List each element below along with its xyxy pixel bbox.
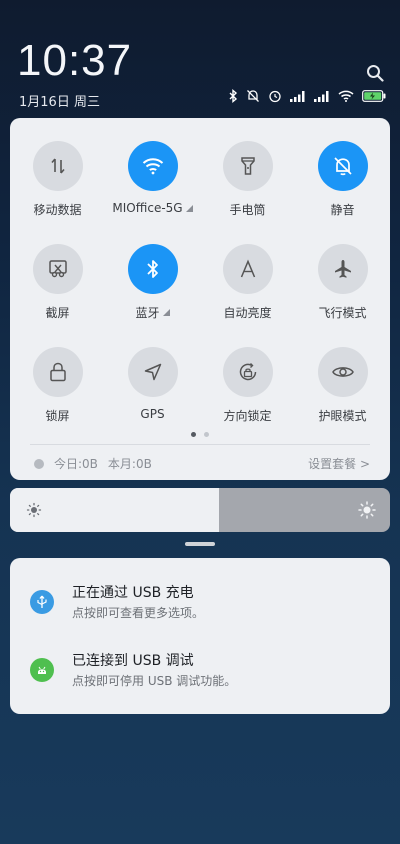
toggle-circle[interactable] — [32, 244, 83, 294]
battery-charging-icon — [362, 90, 386, 102]
toggle-label: 飞行模式 — [318, 306, 367, 320]
toggle-mobile-data[interactable]: 移动数据 — [10, 141, 105, 218]
page-dot[interactable] — [204, 432, 209, 437]
notification-usb-debugging[interactable]: 已连接到 USB 调试 点按即可停用 USB 调试功能。 — [10, 650, 390, 710]
status-header: 10:37 1月16日 周三 — [0, 0, 400, 115]
expand-arrow-icon[interactable] — [185, 204, 193, 212]
date[interactable]: 1月16日 周三 — [19, 91, 100, 110]
toggle-label: 护眼模式 — [318, 409, 367, 423]
toggle-label: 手电筒 — [229, 203, 266, 217]
signal-2-icon — [314, 90, 329, 102]
quick-settings-panel: 移动数据 MIOffice-5G 手电筒 静音 截屏 蓝牙 自动亮度 飞行模式 … — [10, 118, 390, 480]
toggle-screenshot[interactable]: 截屏 — [10, 244, 105, 321]
clock: 10:37 — [17, 36, 133, 85]
divider — [30, 444, 370, 445]
brightness-low-icon — [26, 502, 42, 518]
toggle-circle[interactable] — [317, 141, 368, 191]
bluetooth-status-icon — [229, 89, 238, 103]
toggle-flashlight[interactable]: 手电筒 — [200, 141, 295, 218]
toggle-wifi[interactable]: MIOffice-5G — [105, 141, 200, 218]
brightness-high-icon — [358, 501, 376, 519]
notification-title: 已连接到 USB 调试 — [72, 653, 194, 669]
toggle-label: 锁屏 — [45, 409, 70, 423]
expand-arrow-icon[interactable] — [162, 309, 170, 316]
page-indicator — [10, 432, 390, 437]
swap-vert-icon — [50, 158, 65, 174]
page-dot-active[interactable] — [191, 432, 196, 437]
toggle-mute[interactable]: 静音 — [295, 141, 390, 218]
brightness-auto-icon — [240, 259, 255, 278]
toggle-lock-screen[interactable]: 锁屏 — [10, 347, 105, 424]
brightness-slider[interactable] — [10, 488, 390, 532]
mute-status-icon — [247, 90, 259, 102]
bluetooth-icon — [146, 260, 158, 278]
toggle-label: 截屏 — [45, 306, 70, 320]
lock-icon — [49, 362, 66, 382]
toggle-bluetooth[interactable]: 蓝牙 — [105, 244, 200, 321]
navigation-icon — [144, 363, 161, 381]
toggle-circle[interactable] — [317, 347, 368, 397]
android-icon — [30, 658, 54, 682]
toggle-label: 蓝牙 — [135, 304, 170, 321]
bell-off-icon — [333, 157, 352, 176]
toggle-circle[interactable] — [317, 244, 368, 294]
rotation-lock-icon — [239, 363, 256, 381]
notification-subtitle: 点按即可停用 USB 调试功能。 — [72, 674, 237, 688]
notification-card: 正在通过 USB 充电 点按即可查看更多选项。 已连接到 USB 调试 点按即可… — [10, 558, 390, 714]
wifi-status-icon — [338, 90, 354, 102]
toggle-label: 静音 — [330, 203, 355, 217]
toggle-circle[interactable] — [222, 141, 273, 191]
toggle-circle[interactable] — [222, 347, 273, 397]
toggle-circle[interactable] — [127, 347, 178, 397]
eye-icon — [331, 367, 354, 377]
toggle-label: 方向锁定 — [223, 409, 272, 423]
toggle-label: GPS — [140, 407, 165, 421]
toggle-gps[interactable]: GPS — [105, 347, 200, 424]
toggle-label: 移动数据 — [33, 203, 82, 217]
toggle-circle[interactable] — [222, 244, 273, 294]
toggle-label: 自动亮度 — [223, 306, 272, 320]
panel-drag-handle[interactable] — [185, 542, 215, 546]
toggle-circle[interactable] — [32, 347, 83, 397]
status-icons — [228, 89, 386, 103]
search-icon[interactable] — [366, 64, 384, 82]
notification-usb-charging[interactable]: 正在通过 USB 充电 点按即可查看更多选项。 — [10, 582, 390, 642]
usb-icon — [30, 590, 54, 614]
signal-1-icon — [290, 90, 305, 102]
flashlight-icon — [240, 157, 255, 175]
toggle-auto-brightness[interactable]: 自动亮度 — [200, 244, 295, 321]
usage-today: 今日:0B — [54, 457, 98, 471]
toggle-eye-protection[interactable]: 护眼模式 — [295, 347, 390, 424]
usage-month: 本月:0B — [107, 457, 152, 471]
data-usage: 今日:0B 本月:0B — [34, 455, 152, 472]
airplane-icon — [334, 260, 351, 278]
toggle-circle[interactable] — [127, 141, 178, 191]
wifi-icon — [142, 158, 163, 175]
toggle-airplane[interactable]: 飞行模式 — [295, 244, 390, 321]
scissors-icon — [48, 260, 67, 278]
toggle-label: MIOffice-5G — [112, 201, 193, 215]
data-plan-settings-link[interactable]: 设置套餐 > — [308, 455, 370, 472]
notification-title: 正在通过 USB 充电 — [72, 585, 194, 601]
toggle-rotation-lock[interactable]: 方向锁定 — [200, 347, 295, 424]
notification-subtitle: 点按即可查看更多选项。 — [72, 606, 205, 620]
toggle-grid: 移动数据 MIOffice-5G 手电筒 静音 截屏 蓝牙 自动亮度 飞行模式 … — [10, 141, 390, 424]
data-usage-icon — [34, 458, 44, 469]
toggle-circle[interactable] — [127, 244, 178, 294]
alarm-status-icon — [269, 90, 281, 103]
toggle-circle[interactable] — [32, 141, 83, 191]
